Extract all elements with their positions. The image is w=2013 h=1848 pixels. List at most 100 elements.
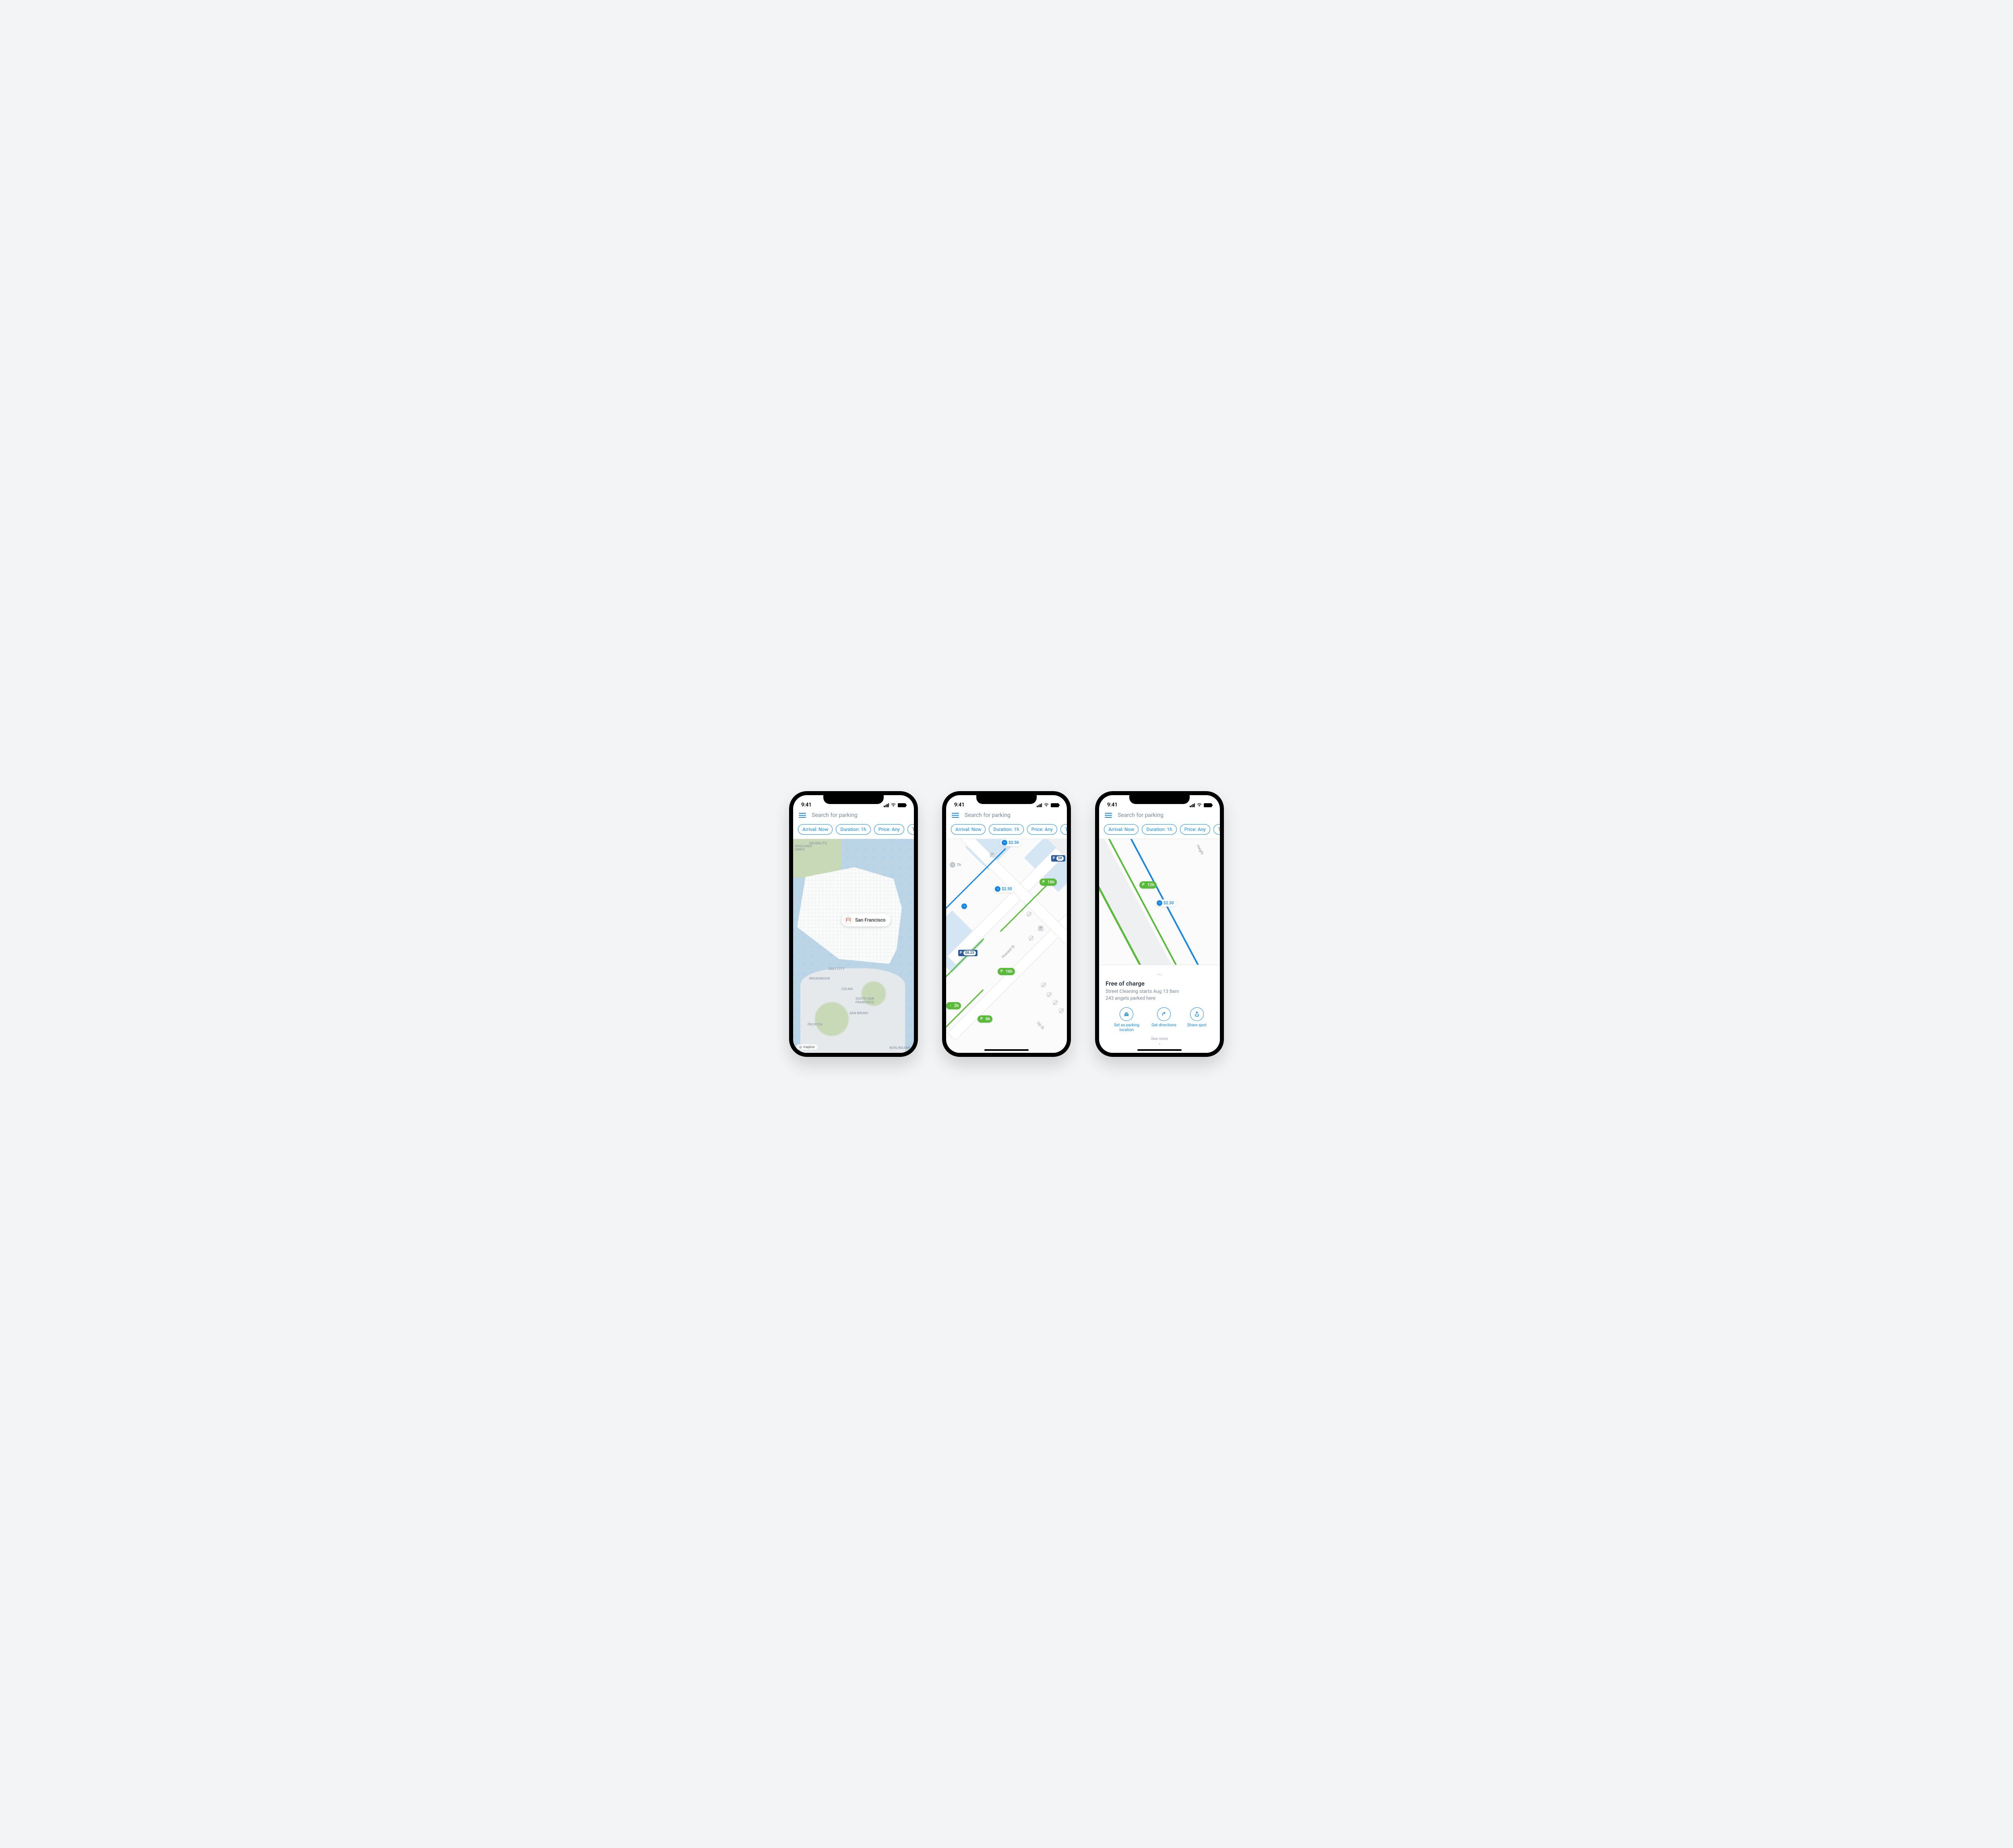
share-spot-button[interactable]: Share spot <box>1187 1007 1207 1033</box>
marker-time: 1h <box>957 863 961 867</box>
signal-icon <box>1037 803 1042 807</box>
meter-marker[interactable]: ◔$2.50 <box>994 885 1015 893</box>
get-directions-button[interactable]: Get directions <box>1151 1007 1176 1033</box>
menu-icon[interactable] <box>799 813 806 818</box>
parking-icon: P <box>1041 879 1046 885</box>
free-parking-marker[interactable]: P6h <box>978 1015 992 1023</box>
bottom-sheet[interactable]: ︿ Free of charge Street Cleaning starts … <box>1099 965 1220 1053</box>
mapbox-attribution[interactable]: ◎ mapbox <box>796 1044 818 1050</box>
sheet-title: Free of charge <box>1106 980 1213 987</box>
map-area-detail[interactable]: Haight P12h ◔$2.50 ︿ Free of charge Stre… <box>1099 839 1220 1053</box>
lot-ghost-icon: P <box>990 852 995 858</box>
map-area-overview[interactable]: SAUSALITO Headlands (GNRA) San Francisco… <box>793 839 914 1053</box>
sheet-actions: Set as parking location Get directions S… <box>1106 1007 1213 1033</box>
filter-arrival[interactable]: Arrival: Now <box>1104 824 1139 835</box>
label-ssf: SOUTH SAN FRANCISCO <box>856 997 874 1004</box>
filter-price[interactable]: Price: Any <box>1027 824 1057 835</box>
signal-icon <box>884 803 889 807</box>
notch <box>976 795 1037 804</box>
menu-icon[interactable] <box>952 813 959 818</box>
screen-3: 9:41 Search for parking Arrival: Now Dur… <box>1099 795 1220 1053</box>
filter-type[interactable]: Typ <box>907 824 914 835</box>
filter-duration[interactable]: Duration: 1h <box>1142 824 1176 835</box>
menu-icon[interactable] <box>1105 813 1112 818</box>
free-parking-marker[interactable]: P12h <box>1139 881 1157 889</box>
city-badge-label: San Francisco <box>855 917 886 923</box>
filter-price[interactable]: Price: Any <box>874 824 904 835</box>
signal-icon <box>1190 803 1195 807</box>
set-parking-button[interactable]: Set as parking location <box>1112 1007 1141 1033</box>
sheet-subtitle-1: Street Cleaning starts Aug 13 8am <box>1106 988 1213 995</box>
no-parking-icon <box>1059 1008 1064 1013</box>
parking-icon: P <box>999 969 1004 974</box>
status-right <box>1190 802 1212 808</box>
sheet-subtitle-2: 243 angels parked here <box>1106 995 1213 1002</box>
label-colma: COLMA <box>841 987 853 991</box>
meter-marker[interactable]: ◔$2.50 <box>1155 899 1176 907</box>
lot-price: $8.25 <box>963 951 976 955</box>
action-label: Get directions <box>1151 1023 1176 1028</box>
search-input[interactable]: Search for parking <box>812 812 908 819</box>
filter-price[interactable]: Price: Any <box>1180 824 1210 835</box>
filter-row[interactable]: Arrival: Now Duration: 1h Price: Any Typ <box>1099 822 1220 839</box>
parking-icon: P <box>1141 882 1146 888</box>
mapbox-logo-icon: ◎ <box>799 1045 802 1049</box>
filter-type[interactable]: Typ <box>1213 824 1220 835</box>
battery-icon <box>898 803 906 807</box>
meter-icon: ◔ <box>1157 900 1162 906</box>
lot-price: $8 <box>1056 856 1064 861</box>
meter-marker-green[interactable]: ◔2h <box>946 1002 961 1009</box>
free-parking-marker[interactable]: P16h <box>1040 879 1057 886</box>
search-input[interactable]: Search for parking <box>1118 812 1214 819</box>
battery-icon <box>1051 803 1059 807</box>
meter-marker[interactable]: ◔$2.50 <box>1000 839 1021 846</box>
home-indicator[interactable] <box>984 1049 1029 1051</box>
filter-arrival[interactable]: Arrival: Now <box>951 824 986 835</box>
clock-icon: ◔ <box>947 1003 953 1009</box>
filter-type[interactable]: Typ <box>1060 824 1067 835</box>
no-parking-icon <box>1029 936 1033 941</box>
no-parking-icon <box>1053 1000 1058 1005</box>
marker-time: 16h <box>1006 969 1013 974</box>
home-indicator[interactable] <box>1137 1049 1182 1051</box>
marker-price: $2.50 <box>1164 901 1174 905</box>
mapbox-label: mapbox <box>803 1045 815 1049</box>
sheet-handle-icon[interactable]: ︿ <box>1106 970 1213 977</box>
search-bar: Search for parking <box>1099 809 1220 822</box>
filter-duration[interactable]: Duration: 1h <box>836 824 870 835</box>
label-broadmoor: BROADMOOR <box>809 977 830 980</box>
directions-icon <box>1157 1007 1171 1021</box>
lot-marker[interactable]: P$8 <box>1051 855 1065 862</box>
see-more-button[interactable]: See more ⌄ <box>1106 1037 1213 1046</box>
status-time: 9:41 <box>1107 802 1118 808</box>
label-sanbruno: SAN BRUNO <box>849 1011 868 1015</box>
city-badge[interactable]: San Francisco <box>841 914 891 926</box>
search-input[interactable]: Search for parking <box>965 812 1061 819</box>
free-parking-marker[interactable]: P16h <box>998 968 1015 975</box>
label-headlands: Headlands (GNRA) <box>795 845 812 851</box>
lot-marker[interactable]: P$8.25 <box>958 950 978 956</box>
label-pacifica: PACIFICA <box>808 1023 823 1026</box>
filter-duration[interactable]: Duration: 1h <box>989 824 1023 835</box>
lot-p-icon: P <box>960 951 962 955</box>
meter-pin-icon[interactable]: ◔ <box>961 903 967 909</box>
phone-frame-3: 9:41 Search for parking Arrival: Now Dur… <box>1095 791 1224 1057</box>
status-right <box>884 802 906 808</box>
no-parking-icon <box>1027 912 1031 916</box>
map-area-street[interactable]: Howard St 7th St P P ◔$2.50 ◔1h ◔$2.50 ◔… <box>946 839 1067 1053</box>
street-label-7th: 7th St <box>1035 1021 1045 1030</box>
wifi-icon <box>1197 802 1202 808</box>
no-parking-icon <box>1047 992 1052 997</box>
search-bar: Search for parking <box>946 809 1067 822</box>
filter-row[interactable]: Arrival: Now Duration: 1h Price: Any Typ <box>793 822 914 839</box>
share-icon <box>1190 1007 1204 1021</box>
phone-frame-2: 9:41 Search for parking Arrival: Now Dur… <box>942 791 1071 1057</box>
marker-time: 2h <box>954 1004 959 1008</box>
street-label-haight: Haight <box>1195 844 1204 856</box>
filter-arrival[interactable]: Arrival: Now <box>798 824 833 835</box>
meter-icon: ◔ <box>995 886 1000 892</box>
no-parking-icon <box>1041 982 1046 987</box>
filter-row[interactable]: Arrival: Now Duration: 1h Price: Any Typ <box>946 822 1067 839</box>
meter-icon: ◔ <box>950 862 955 868</box>
meter-marker-dim[interactable]: ◔1h <box>949 861 963 868</box>
